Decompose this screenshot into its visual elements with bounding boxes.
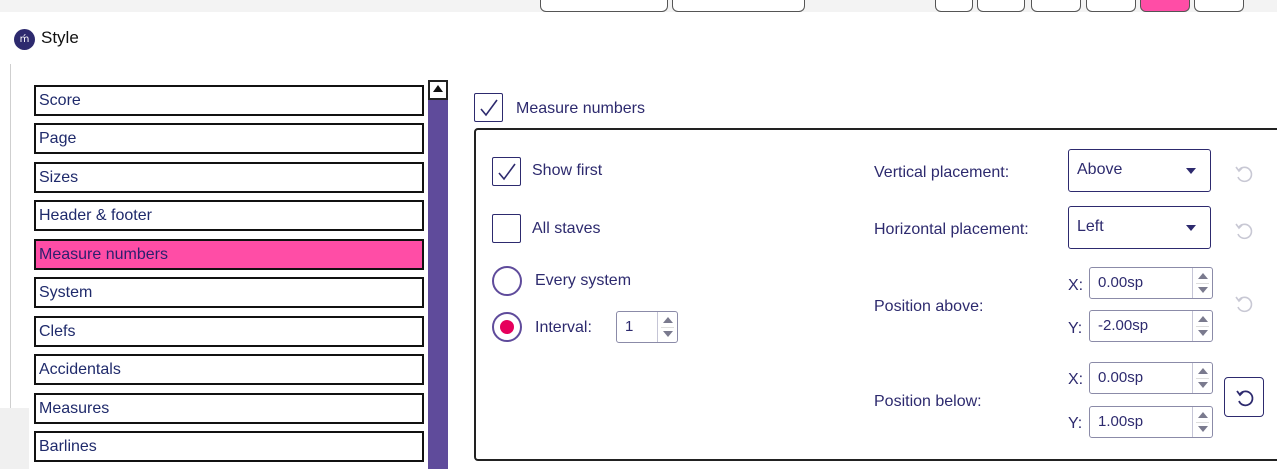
scroll-up-arrow-icon[interactable]: [428, 80, 448, 100]
spin-up-icon[interactable]: [663, 317, 673, 323]
category-scrollbar[interactable]: [428, 80, 448, 469]
vertical-placement-dropdown[interactable]: Above: [1068, 149, 1211, 192]
background-window-strip: [0, 0, 1277, 12]
check-icon: [498, 163, 516, 181]
chevron-down-icon: [1186, 168, 1196, 174]
spin-down-icon[interactable]: [1198, 287, 1208, 293]
spin-up-icon[interactable]: [1198, 273, 1208, 279]
position-below-label: Position below:: [874, 393, 982, 410]
position-below-y-value: 1.00sp: [1098, 413, 1144, 430]
reset-icon[interactable]: [1232, 219, 1256, 243]
show-first-label: Show first: [532, 162, 603, 179]
reset-icon[interactable]: [1232, 292, 1256, 316]
position-below-x-value: 0.00sp: [1098, 369, 1144, 386]
spin-down-icon[interactable]: [1198, 382, 1208, 388]
category-label: Header & footer: [39, 207, 152, 224]
position-above-y-spinbox[interactable]: -2.00sp: [1089, 310, 1213, 342]
spin-up-icon[interactable]: [1198, 368, 1208, 374]
position-below-x-spinbox[interactable]: 0.00sp: [1089, 362, 1213, 394]
category-item-header-footer[interactable]: Header & footer: [34, 200, 424, 231]
spin-down-icon[interactable]: [1198, 330, 1208, 336]
background-button: [1086, 0, 1136, 12]
category-label: System: [39, 284, 93, 301]
background-button: [1031, 0, 1081, 12]
category-label: Barlines: [39, 438, 97, 455]
horizontal-placement-dropdown[interactable]: Left: [1068, 206, 1211, 249]
background-button: [540, 0, 668, 12]
window-edge: [0, 64, 11, 409]
category-item-accidentals[interactable]: Accidentals: [34, 354, 424, 385]
category-item-measure-numbers[interactable]: Measure numbers: [34, 239, 424, 270]
interval-radio[interactable]: [492, 312, 522, 342]
horizontal-placement-label: Horizontal placement:: [874, 221, 1029, 238]
category-label: Page: [39, 130, 77, 147]
spin-down-icon[interactable]: [663, 331, 673, 337]
category-label: Accidentals: [39, 361, 121, 378]
category-item-clefs[interactable]: Clefs: [34, 316, 424, 347]
category-label: Score: [39, 92, 81, 109]
measure-numbers-checkbox[interactable]: [474, 93, 503, 122]
spin-down-icon[interactable]: [1198, 426, 1208, 432]
vertical-placement-label: Vertical placement:: [874, 164, 1010, 181]
interval-label: Interval:: [535, 319, 592, 336]
horizontal-placement-value: Left: [1077, 218, 1104, 235]
category-label: Sizes: [39, 169, 79, 186]
category-item-page[interactable]: Page: [34, 123, 424, 154]
position-above-y-value: -2.00sp: [1098, 317, 1149, 334]
position-below-x-label: X:: [1068, 371, 1084, 388]
background-button-active: [1140, 0, 1190, 12]
title-bar: [0, 12, 1277, 64]
category-label: Measures: [39, 400, 110, 417]
category-item-sizes[interactable]: Sizes: [34, 162, 424, 193]
category-item-score[interactable]: Score: [34, 85, 424, 116]
reset-icon: [1236, 390, 1254, 407]
background-button: [672, 0, 805, 12]
musescore-logo-icon: ḿ: [14, 29, 35, 50]
position-below-y-spinbox[interactable]: 1.00sp: [1089, 406, 1213, 438]
every-system-radio[interactable]: [492, 266, 522, 296]
vertical-placement-value: Above: [1077, 161, 1123, 178]
category-item-barlines[interactable]: Barlines: [34, 431, 424, 462]
all-staves-checkbox[interactable]: [492, 214, 521, 243]
all-staves-label: All staves: [532, 220, 601, 237]
position-above-label: Position above:: [874, 298, 984, 315]
background-button: [935, 0, 973, 12]
background-button: [977, 0, 1025, 12]
position-above-y-label: Y:: [1068, 320, 1083, 337]
check-icon: [480, 99, 498, 117]
category-label: Clefs: [39, 323, 76, 340]
every-system-label: Every system: [535, 272, 632, 289]
background-button: [1194, 0, 1244, 12]
interval-spinbox[interactable]: 1: [616, 311, 678, 343]
spin-up-icon[interactable]: [1198, 412, 1208, 418]
reset-position-below-button[interactable]: [1224, 377, 1264, 417]
category-item-system[interactable]: System: [34, 277, 424, 308]
position-below-y-label: Y:: [1068, 415, 1083, 432]
chevron-down-icon: [1186, 225, 1196, 231]
category-item-measures[interactable]: Measures: [34, 393, 424, 424]
window-edge-bottom: [0, 408, 29, 469]
interval-value: 1: [625, 318, 634, 335]
window-title: Style: [41, 28, 79, 47]
reset-icon[interactable]: [1232, 162, 1256, 186]
spin-up-icon[interactable]: [1198, 316, 1208, 322]
position-above-x-value: 0.00sp: [1098, 274, 1144, 291]
category-label: Measure numbers: [39, 246, 168, 263]
position-above-x-spinbox[interactable]: 0.00sp: [1089, 267, 1213, 299]
show-first-checkbox[interactable]: [492, 157, 521, 186]
position-above-x-label: X:: [1068, 277, 1084, 294]
measure-numbers-label: Measure numbers: [516, 100, 645, 117]
